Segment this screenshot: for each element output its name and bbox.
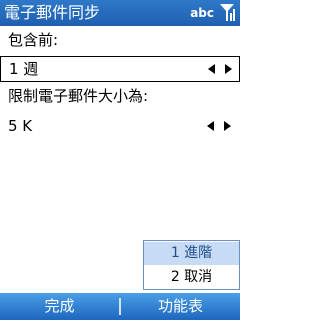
- menu-item-cancel[interactable]: 2 取消: [144, 266, 239, 289]
- softkey-done[interactable]: 完成: [0, 297, 119, 316]
- left-right-arrows-icon[interactable]: [206, 120, 232, 132]
- left-right-arrows-icon[interactable]: [207, 63, 233, 75]
- softkey-menu[interactable]: 功能表: [121, 297, 240, 316]
- size-limit-value: 5 K: [8, 117, 33, 135]
- menu-item-advanced[interactable]: 1 進階: [144, 242, 239, 265]
- input-mode-indicator[interactable]: abc: [190, 6, 214, 20]
- include-before-value: 1 週: [9, 60, 39, 78]
- size-limit-picker[interactable]: 5 K: [0, 114, 238, 138]
- signal-strength-icon: [220, 4, 235, 21]
- softkey-bar: 完成 功能表: [0, 293, 240, 320]
- include-before-picker[interactable]: 1 週: [0, 56, 240, 82]
- window-title: 電子郵件同步: [4, 3, 101, 22]
- popup-menu: 1 進階 2 取消: [143, 240, 240, 290]
- include-before-label: 包含前:: [8, 31, 59, 49]
- title-bar: 電子郵件同步 abc: [0, 0, 240, 26]
- size-limit-label: 限制電子郵件大小為:: [8, 87, 149, 105]
